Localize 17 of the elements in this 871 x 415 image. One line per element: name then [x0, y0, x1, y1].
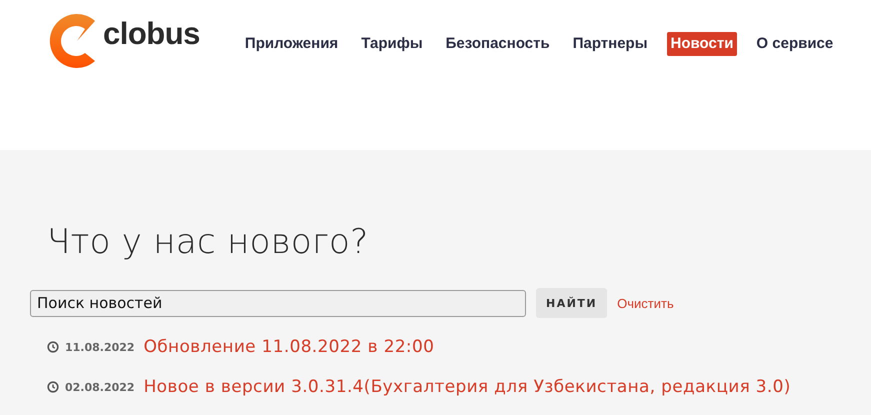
- nav-link[interactable]: Приложения: [240, 32, 342, 56]
- nav-link[interactable]: Новости: [666, 32, 738, 56]
- news-link[interactable]: Новое в версии 3.0.31.4(Бухгалтерия для Узбекистана, редакция 3.0): [144, 377, 791, 397]
- clock-icon: [47, 341, 59, 353]
- nav-link[interactable]: О сервисе: [752, 32, 838, 56]
- logo-text: clobus: [103, 16, 200, 52]
- clear-link[interactable]: Очистить: [617, 296, 674, 310]
- news-date: 02.08.2022: [65, 380, 135, 394]
- nav-link[interactable]: Безопасность: [442, 32, 554, 56]
- news-link[interactable]: Обновление 11.08.2022 в 22:00: [144, 337, 434, 357]
- news-date: 11.08.2022: [65, 340, 135, 354]
- clock-icon: [47, 381, 59, 393]
- nav-link[interactable]: Тарифы: [357, 32, 427, 56]
- search-field[interactable]: Поиск новостей: [30, 290, 526, 316]
- nav-link[interactable]: Партнеры: [568, 32, 652, 56]
- page-heading: Что у нас нового?: [47, 222, 370, 262]
- search-button[interactable]: НАЙТИ: [536, 288, 608, 318]
